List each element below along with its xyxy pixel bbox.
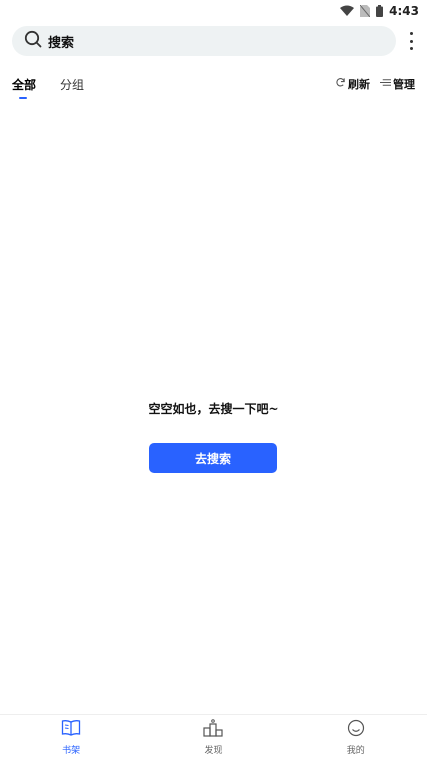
tab-groups[interactable]: 分组 <box>60 76 84 93</box>
refresh-icon <box>335 77 346 91</box>
search-row: 搜索 <box>12 26 422 56</box>
manage-label: 管理 <box>393 78 415 91</box>
go-search-button[interactable]: 去搜索 <box>149 443 277 473</box>
more-options-icon[interactable] <box>404 32 418 50</box>
tab-all[interactable]: 全部 <box>12 76 36 99</box>
manage-button[interactable]: 管理 <box>380 76 415 92</box>
tab-actions: 刷新 管理 <box>335 76 415 92</box>
nav-profile[interactable]: 我的 <box>316 719 396 756</box>
search-icon <box>24 30 42 52</box>
empty-state-message: 空空如也，去搜一下吧~ <box>148 402 279 416</box>
status-bar: 4:43 <box>0 0 427 22</box>
refresh-label: 刷新 <box>348 78 370 91</box>
wifi-icon <box>340 5 355 17</box>
nav-discover[interactable]: 发现 <box>173 719 253 756</box>
nav-profile-label: 我的 <box>346 746 365 756</box>
search-input[interactable]: 搜索 <box>12 26 396 56</box>
tab-row: 全部 分组 刷新 管理 <box>12 72 415 99</box>
discover-icon <box>203 719 224 741</box>
no-sim-icon <box>360 5 371 17</box>
bookshelf-icon <box>61 719 81 741</box>
nav-bookshelf-label: 书架 <box>62 746 81 756</box>
nav-bookshelf[interactable]: 书架 <box>31 719 111 756</box>
refresh-button[interactable]: 刷新 <box>335 76 370 92</box>
battery-icon <box>376 5 384 17</box>
profile-icon <box>346 719 366 741</box>
search-placeholder: 搜索 <box>48 35 75 51</box>
bottom-navigation: 书架 发现 我的 <box>0 714 427 760</box>
status-time: 4:43 <box>389 4 419 18</box>
manage-icon <box>380 77 391 91</box>
nav-discover-label: 发现 <box>204 746 223 756</box>
